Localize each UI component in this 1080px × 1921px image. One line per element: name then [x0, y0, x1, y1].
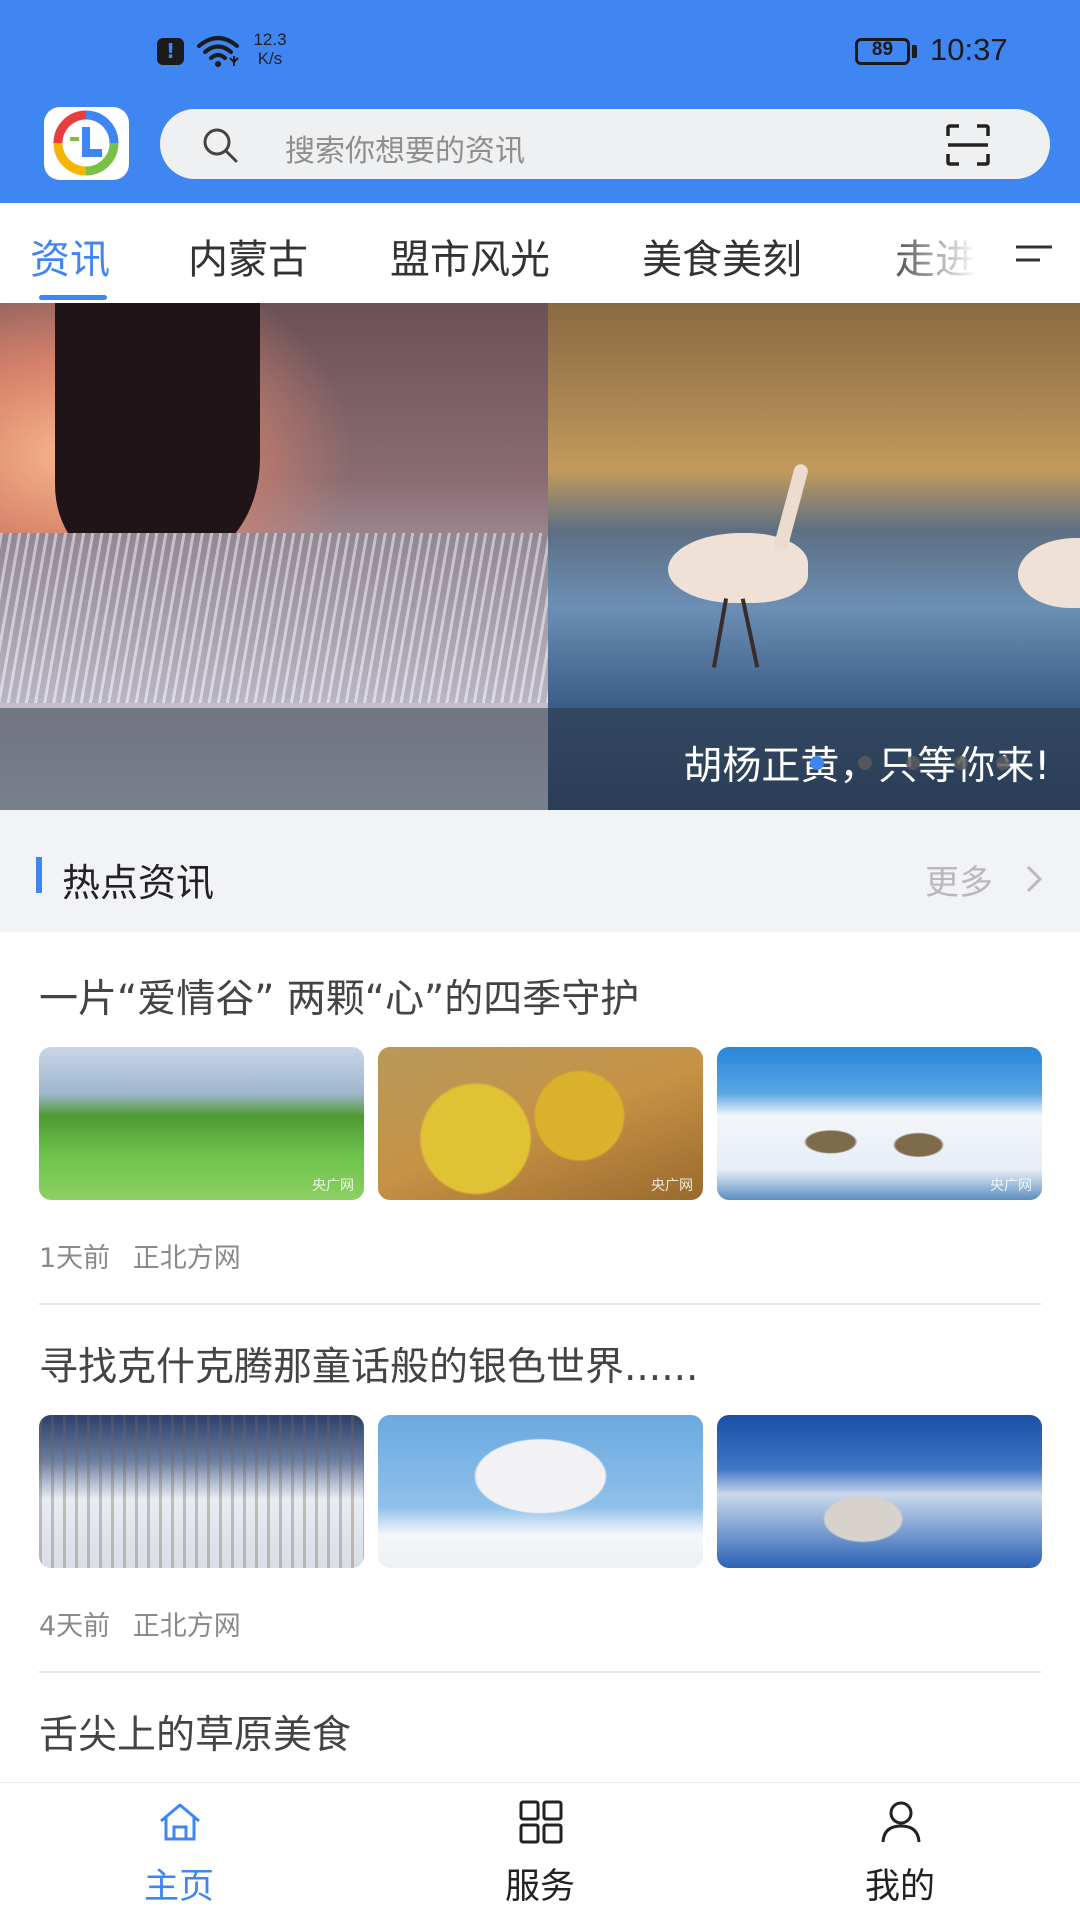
divider [39, 1671, 1041, 1673]
network-speed-unit: K/s [257, 49, 283, 68]
notification-alert-icon: ! [157, 38, 184, 65]
news-thumbnail[interactable] [39, 1415, 364, 1568]
scan-icon[interactable] [945, 123, 991, 167]
news-item[interactable]: 寻找克什克腾那童话般的银色世界...... 4天前 正北方网 [39, 1336, 1042, 1676]
battery-level: 89 [871, 39, 894, 60]
news-thumbnail[interactable]: 央广网 [39, 1047, 364, 1200]
news-thumbnail[interactable] [378, 1415, 703, 1568]
network-speed: 12.3 K/s [246, 30, 294, 68]
news-thumbnail[interactable]: 央广网 [717, 1047, 1042, 1200]
tree-silhouette [55, 303, 260, 563]
flamingo-neck [772, 462, 810, 554]
carousel-dot[interactable] [810, 756, 824, 770]
active-tab-indicator [39, 295, 107, 300]
section-accent-bar [36, 857, 42, 893]
news-item[interactable]: 一片“爱情谷” 两颗“心”的四季守护 央广网 央广网 央广网 1天前 正北方网 [39, 968, 1042, 1308]
more-link[interactable]: 更多 [925, 855, 993, 904]
grid-icon [519, 1800, 563, 1844]
category-tab-bar: 资讯 内蒙古 盟市风光 美食美刻 走进 [0, 203, 1080, 303]
carousel-dot[interactable] [954, 756, 968, 770]
news-thumbnail[interactable] [717, 1415, 1042, 1568]
news-meta: 1天前 正北方网 [39, 1236, 241, 1275]
tab-food[interactable]: 美食美刻 [642, 227, 802, 285]
thumbnail-watermark: 央广网 [990, 1178, 1032, 1194]
home-icon [160, 1803, 200, 1841]
app-logo[interactable] [44, 107, 129, 180]
nav-label: 我的 [864, 1867, 935, 1907]
app-header: ! 12.3 K/s 89 10:37 搜索你想要的资讯 [0, 0, 1080, 203]
carousel-dot[interactable] [906, 756, 920, 770]
thumbnail-watermark: 央广网 [651, 1178, 693, 1194]
network-speed-value: 12.3 [253, 30, 287, 49]
carousel-dot[interactable] [858, 756, 872, 770]
menu-icon[interactable] [1014, 241, 1054, 267]
nav-home[interactable]: 主页 [79, 1783, 279, 1921]
tab-inner-mongolia[interactable]: 内蒙古 [188, 227, 308, 285]
news-time: 1天前 [39, 1243, 111, 1274]
chevron-right-icon[interactable] [1024, 864, 1044, 894]
tab-news[interactable]: 资讯 [30, 227, 110, 285]
news-title[interactable]: 一片“爱情谷” 两颗“心”的四季守护 [39, 968, 639, 1024]
news-item[interactable]: 舌尖上的草原美食 [39, 1704, 1041, 1774]
flamingo-leg [711, 598, 729, 668]
hot-news-header: 热点资讯 更多 [0, 810, 1080, 932]
battery-icon: 89 [855, 38, 910, 65]
tab-city-scenery[interactable]: 盟市风光 [390, 227, 550, 285]
nav-services[interactable]: 服务 [440, 1783, 640, 1921]
frost-grass [0, 533, 548, 703]
user-icon [881, 1801, 921, 1843]
section-title: 热点资讯 [62, 861, 215, 905]
tab-fade-overlay [880, 203, 1010, 303]
divider [39, 1303, 1041, 1305]
carousel-dot[interactable] [996, 756, 1010, 770]
news-title[interactable]: 寻找克什克腾那童话般的银色世界...... [39, 1336, 698, 1392]
search-icon [203, 128, 238, 163]
news-meta: 4天前 正北方网 [39, 1604, 241, 1643]
carousel-indicator [810, 756, 1010, 772]
bottom-navigation: 主页 服务 我的 [0, 1782, 1080, 1921]
news-time: 4天前 [39, 1611, 111, 1642]
search-placeholder: 搜索你想要的资讯 [285, 134, 525, 169]
nav-label: 服务 [504, 1867, 575, 1907]
wifi-icon [197, 36, 239, 67]
news-source: 正北方网 [132, 1243, 241, 1274]
status-bar: ! 12.3 K/s 89 10:37 [0, 0, 1080, 100]
search-input[interactable]: 搜索你想要的资讯 [160, 109, 1050, 179]
news-source: 正北方网 [132, 1611, 241, 1642]
nav-profile[interactable]: 我的 [800, 1783, 1000, 1921]
logo-icon [53, 110, 119, 176]
flamingo-leg [740, 598, 760, 668]
flamingo-body-2 [1018, 538, 1080, 608]
status-time: 10:37 [930, 32, 1008, 67]
thumbnail-watermark: 央广网 [312, 1178, 354, 1194]
battery-cap [912, 45, 917, 58]
banner-carousel[interactable]: 胡杨正黄，只等你来! [0, 303, 1080, 810]
news-title[interactable]: 舌尖上的草原美食 [39, 1704, 351, 1760]
nav-label: 主页 [143, 1867, 214, 1907]
news-thumbnail[interactable]: 央广网 [378, 1047, 703, 1200]
